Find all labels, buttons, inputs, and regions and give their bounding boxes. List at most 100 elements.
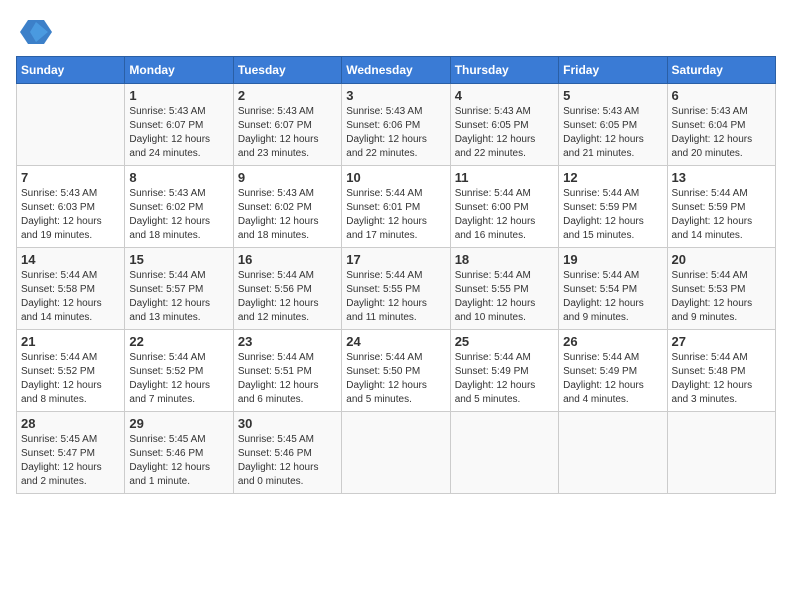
calendar-cell: 23 Sunrise: 5:44 AMSunset: 5:51 PMDayligh… [233, 330, 341, 412]
day-number: 19 [563, 252, 662, 267]
day-number: 18 [455, 252, 554, 267]
calendar-cell: 5 Sunrise: 5:43 AMSunset: 6:05 PMDaylight… [559, 84, 667, 166]
day-number: 11 [455, 170, 554, 185]
day-info: Sunrise: 5:43 AMSunset: 6:03 PMDaylight:… [21, 187, 120, 243]
day-info: Sunrise: 5:43 AMSunset: 6:02 PMDaylight:… [129, 187, 228, 243]
day-number: 25 [455, 334, 554, 349]
calendar-cell: 10Sunrise: 5:44 AMSunset: 6:01 PMDayligh… [342, 166, 450, 248]
day-info: Sunrise: 5:45 AMSunset: 5:47 PMDaylight:… [21, 433, 120, 489]
day-number: 16 [238, 252, 337, 267]
column-header-monday: Monday [125, 57, 233, 84]
calendar-cell: 24 Sunrise: 5:44 AMSunset: 5:50 PMDayligh… [342, 330, 450, 412]
column-header-wednesday: Wednesday [342, 57, 450, 84]
calendar-cell: 17 Sunrise: 5:44 AMSunset: 5:55 PMDayligh… [342, 248, 450, 330]
day-number: 15 [129, 252, 228, 267]
day-number: 12 [563, 170, 662, 185]
day-number: 7 [21, 170, 120, 185]
calendar-cell [667, 412, 775, 494]
calendar-cell: 26Sunrise: 5:44 AMSunset: 5:49 PMDayligh… [559, 330, 667, 412]
day-info: Sunrise: 5:44 AMSunset: 5:53 PMDaylight:… [672, 269, 771, 325]
calendar-cell [342, 412, 450, 494]
column-header-saturday: Saturday [667, 57, 775, 84]
day-number: 27 [672, 334, 771, 349]
day-info: Sunrise: 5:43 AMSunset: 6:07 PMDaylight:… [129, 105, 228, 161]
day-info: Sunrise: 5:44 AMSunset: 5:54 PMDaylight:… [563, 269, 662, 325]
calendar-cell: 28 Sunrise: 5:45 AMSunset: 5:47 PMDayligh… [17, 412, 125, 494]
day-info: Sunrise: 5:45 AMSunset: 5:46 PMDaylight:… [129, 433, 228, 489]
day-number: 20 [672, 252, 771, 267]
day-info: Sunrise: 5:44 AMSunset: 6:00 PMDaylight:… [455, 187, 554, 243]
day-number: 24 [346, 334, 445, 349]
day-number: 3 [346, 88, 445, 103]
day-info: Sunrise: 5:44 AMSunset: 5:52 PMDaylight:… [21, 351, 120, 407]
calendar-header: SundayMondayTuesdayWednesdayThursdayFrid… [17, 57, 776, 84]
column-header-tuesday: Tuesday [233, 57, 341, 84]
day-info: Sunrise: 5:43 AMSunset: 6:04 PMDaylight:… [672, 105, 771, 161]
week-row-4: 21 Sunrise: 5:44 AMSunset: 5:52 PMDayligh… [17, 330, 776, 412]
week-row-1: 1 Sunrise: 5:43 AMSunset: 6:07 PMDaylight… [17, 84, 776, 166]
day-number: 14 [21, 252, 120, 267]
logo-icon [20, 16, 52, 48]
day-info: Sunrise: 5:44 AMSunset: 5:59 PMDaylight:… [563, 187, 662, 243]
day-info: Sunrise: 5:43 AMSunset: 6:07 PMDaylight:… [238, 105, 337, 161]
calendar-cell: 15 Sunrise: 5:44 AMSunset: 5:57 PMDayligh… [125, 248, 233, 330]
day-number: 9 [238, 170, 337, 185]
day-info: Sunrise: 5:44 AMSunset: 5:48 PMDaylight:… [672, 351, 771, 407]
calendar-cell [17, 84, 125, 166]
day-info: Sunrise: 5:44 AMSunset: 5:55 PMDaylight:… [455, 269, 554, 325]
calendar-cell: 19 Sunrise: 5:44 AMSunset: 5:54 PMDayligh… [559, 248, 667, 330]
day-info: Sunrise: 5:43 AMSunset: 6:02 PMDaylight:… [238, 187, 337, 243]
logo [16, 16, 52, 48]
calendar-cell: 22 Sunrise: 5:44 AMSunset: 5:52 PMDayligh… [125, 330, 233, 412]
calendar-cell: 14 Sunrise: 5:44 AMSunset: 5:58 PMDayligh… [17, 248, 125, 330]
calendar-cell: 4Sunrise: 5:43 AMSunset: 6:05 PMDaylight… [450, 84, 558, 166]
day-info: Sunrise: 5:44 AMSunset: 5:51 PMDaylight:… [238, 351, 337, 407]
calendar-cell [559, 412, 667, 494]
calendar-cell: 8 Sunrise: 5:43 AMSunset: 6:02 PMDaylight… [125, 166, 233, 248]
day-number: 10 [346, 170, 445, 185]
day-number: 22 [129, 334, 228, 349]
day-info: Sunrise: 5:43 AMSunset: 6:05 PMDaylight:… [563, 105, 662, 161]
day-number: 30 [238, 416, 337, 431]
week-row-2: 7 Sunrise: 5:43 AMSunset: 6:03 PMDaylight… [17, 166, 776, 248]
calendar-cell: 18 Sunrise: 5:44 AMSunset: 5:55 PMDayligh… [450, 248, 558, 330]
calendar-cell: 21 Sunrise: 5:44 AMSunset: 5:52 PMDayligh… [17, 330, 125, 412]
day-number: 2 [238, 88, 337, 103]
day-number: 13 [672, 170, 771, 185]
day-number: 1 [129, 88, 228, 103]
column-header-thursday: Thursday [450, 57, 558, 84]
day-number: 17 [346, 252, 445, 267]
day-number: 28 [21, 416, 120, 431]
calendar-body: 1 Sunrise: 5:43 AMSunset: 6:07 PMDaylight… [17, 84, 776, 494]
day-info: Sunrise: 5:43 AMSunset: 6:05 PMDaylight:… [455, 105, 554, 161]
day-number: 6 [672, 88, 771, 103]
day-info: Sunrise: 5:44 AMSunset: 5:52 PMDaylight:… [129, 351, 228, 407]
week-row-5: 28 Sunrise: 5:45 AMSunset: 5:47 PMDayligh… [17, 412, 776, 494]
day-number: 5 [563, 88, 662, 103]
day-info: Sunrise: 5:44 AMSunset: 5:59 PMDaylight:… [672, 187, 771, 243]
calendar-cell: 1 Sunrise: 5:43 AMSunset: 6:07 PMDaylight… [125, 84, 233, 166]
calendar-cell [450, 412, 558, 494]
page-header [16, 16, 776, 48]
day-info: Sunrise: 5:44 AMSunset: 5:57 PMDaylight:… [129, 269, 228, 325]
calendar-cell: 2 Sunrise: 5:43 AMSunset: 6:07 PMDaylight… [233, 84, 341, 166]
day-info: Sunrise: 5:45 AMSunset: 5:46 PMDaylight:… [238, 433, 337, 489]
calendar-cell: 12 Sunrise: 5:44 AMSunset: 5:59 PMDayligh… [559, 166, 667, 248]
calendar-cell: 16 Sunrise: 5:44 AMSunset: 5:56 PMDayligh… [233, 248, 341, 330]
header-row: SundayMondayTuesdayWednesdayThursdayFrid… [17, 57, 776, 84]
day-info: Sunrise: 5:44 AMSunset: 5:50 PMDaylight:… [346, 351, 445, 407]
day-number: 21 [21, 334, 120, 349]
calendar-cell: 3Sunrise: 5:43 AMSunset: 6:06 PMDaylight… [342, 84, 450, 166]
day-info: Sunrise: 5:44 AMSunset: 5:49 PMDaylight:… [563, 351, 662, 407]
day-info: Sunrise: 5:44 AMSunset: 5:58 PMDaylight:… [21, 269, 120, 325]
day-info: Sunrise: 5:44 AMSunset: 5:49 PMDaylight:… [455, 351, 554, 407]
column-header-sunday: Sunday [17, 57, 125, 84]
calendar-cell: 29 Sunrise: 5:45 AMSunset: 5:46 PMDayligh… [125, 412, 233, 494]
calendar-cell: 6 Sunrise: 5:43 AMSunset: 6:04 PMDaylight… [667, 84, 775, 166]
day-info: Sunrise: 5:44 AMSunset: 5:55 PMDaylight:… [346, 269, 445, 325]
day-info: Sunrise: 5:44 AMSunset: 5:56 PMDaylight:… [238, 269, 337, 325]
day-number: 8 [129, 170, 228, 185]
day-number: 29 [129, 416, 228, 431]
day-number: 23 [238, 334, 337, 349]
calendar-cell: 11 Sunrise: 5:44 AMSunset: 6:00 PMDayligh… [450, 166, 558, 248]
